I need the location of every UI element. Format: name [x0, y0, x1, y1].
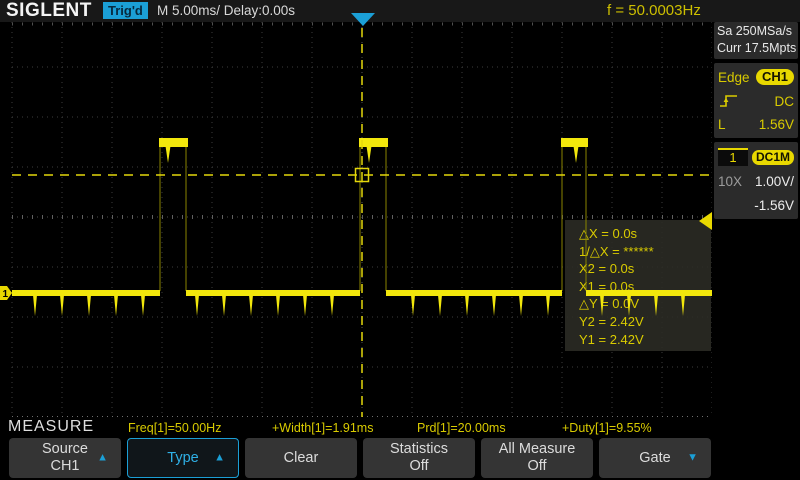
trigger-source-badge: CH1: [756, 69, 794, 85]
menu-button-statistics[interactable]: Statistics Off: [363, 438, 475, 478]
menu-button-label: Source: [42, 441, 88, 458]
channel-offset: -1.56V: [754, 198, 794, 213]
cursor-y1: Y1 = 2.42V: [565, 331, 711, 349]
cursor-y2: Y2 = 2.42V: [565, 313, 711, 331]
menu-button-gate[interactable]: Gate ▼: [599, 438, 711, 478]
trigger-mode-label: Edge: [718, 70, 750, 85]
channel-number-cell: 1: [718, 148, 748, 166]
channel1-info-panel[interactable]: 1 DC1M 10X 1.00V/ -1.56V: [714, 142, 798, 219]
header-bar: SIGLENT Trig'd M 5.00ms/ Delay:0.00s f =…: [0, 0, 800, 22]
menu-button-label: Gate: [639, 450, 670, 467]
trigger-info-panel[interactable]: Edge CH1 DC L 1.56V: [714, 63, 798, 138]
measurement-pduty: +Duty[1]=9.55%: [562, 421, 652, 435]
menu-button-label: Type: [167, 450, 198, 467]
channel-coupling-badge: DC1M: [752, 150, 794, 165]
down-arrow-icon: ▼: [687, 453, 698, 464]
softkey-menu: Source CH1 ▲ Type ▲ Clear Statistics Off…: [0, 436, 800, 480]
timebase-readout[interactable]: M 5.00ms/ Delay:0.00s: [157, 3, 295, 18]
sample-rate-readout: Sa 250MSa/s: [717, 23, 798, 40]
cursor-x2: X2 = 0.0s: [565, 260, 711, 278]
rising-edge-icon: [718, 93, 740, 109]
measure-title: MEASURE: [8, 418, 94, 436]
volts-per-div: 1.00V/: [755, 174, 794, 189]
acquisition-info-panel: Sa 250MSa/s Curr 17.5Mpts: [714, 22, 798, 59]
memory-depth-readout: Curr 17.5Mpts: [717, 40, 798, 57]
menu-button-label: Clear: [284, 450, 319, 467]
frequency-counter-readout: f = 50.0003Hz: [607, 2, 701, 19]
cursor-delta-x: △X = 0.0s: [565, 225, 711, 243]
right-sidebar: Sa 250MSa/s Curr 17.5Mpts Edge CH1 DC L …: [712, 22, 800, 417]
menu-button-label: All Measure: [499, 441, 576, 458]
menu-button-all-measure[interactable]: All Measure Off: [481, 438, 593, 478]
oscilloscope-screen: SIGLENT Trig'd M 5.00ms/ Delay:0.00s f =…: [0, 0, 800, 480]
trigger-level-value: 1.56V: [759, 117, 794, 132]
cursor-inv-delta-x: 1/△X = ******: [565, 243, 711, 261]
menu-button-sublabel: Off: [527, 458, 546, 475]
measurement-freq: Freq[1]=50.00Hz: [128, 421, 221, 435]
trigger-coupling-label: DC: [775, 94, 795, 109]
up-arrow-icon: ▲: [97, 453, 108, 464]
siglent-logo: SIGLENT: [6, 0, 92, 22]
menu-button-clear[interactable]: Clear: [245, 438, 357, 478]
cursor-readout-panel: △X = 0.0s 1/△X = ****** X2 = 0.0s X1 = 0…: [565, 220, 711, 351]
measurement-period: Prd[1]=20.00ms: [417, 421, 506, 435]
cursor-x1: X1 = 0.0s: [565, 278, 711, 296]
measurement-pwidth: +Width[1]=1.91ms: [272, 421, 373, 435]
trigger-level-label: L: [718, 117, 726, 132]
cursor-delta-y: △Y = 0.0V: [565, 295, 711, 313]
up-arrow-icon: ▲: [214, 453, 225, 464]
probe-attenuation: 10X: [718, 174, 742, 189]
menu-button-source[interactable]: Source CH1 ▲: [9, 438, 121, 478]
measure-bar: MEASURE Freq[1]=50.00Hz +Width[1]=1.91ms…: [0, 417, 712, 436]
menu-button-sublabel: Off: [409, 458, 428, 475]
menu-button-type[interactable]: Type ▲: [127, 438, 239, 478]
menu-button-sublabel: CH1: [50, 458, 79, 475]
menu-button-label: Statistics: [390, 441, 448, 458]
trigger-status-badge[interactable]: Trig'd: [103, 2, 148, 19]
